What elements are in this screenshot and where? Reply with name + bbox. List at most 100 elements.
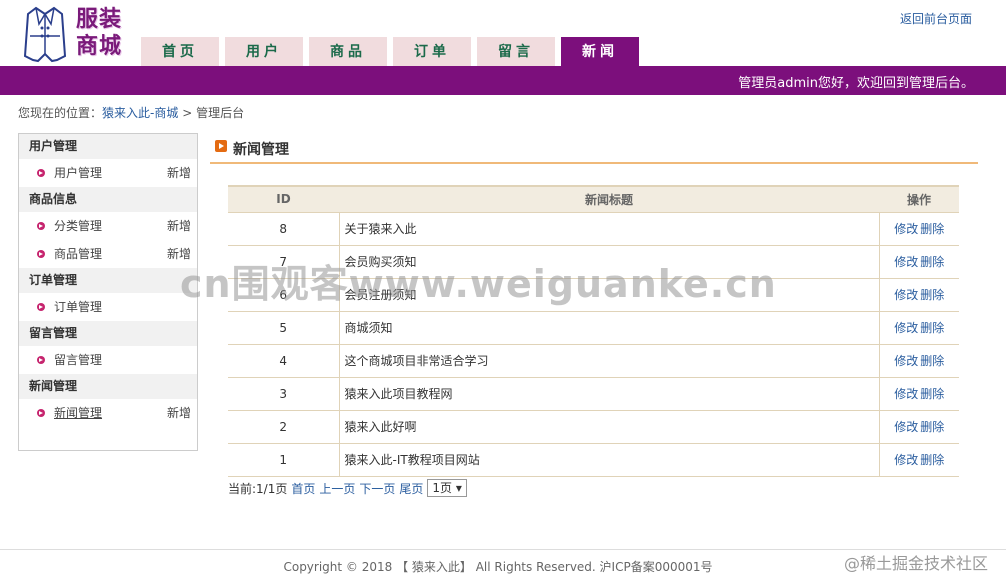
edit-link[interactable]: 修改 [894, 453, 918, 467]
nav-news[interactable]: 新闻 [561, 37, 639, 66]
table-row: 6 会员注册须知 修改 删除 [228, 278, 959, 312]
nav-messages[interactable]: 留言 [477, 37, 555, 66]
sidebar-item-news-management[interactable]: 新闻管理 新增 [19, 399, 197, 427]
table-header-row: ID 新闻标题 操作 [228, 185, 959, 213]
welcome-text: 管理员admin您好，欢迎回到管理后台。 [738, 76, 974, 91]
add-category-link[interactable]: 新增 [167, 212, 191, 240]
prev-page-link[interactable]: 上一页 [319, 480, 355, 497]
table-row: 8 关于猿来入此 修改 删除 [228, 212, 959, 246]
sidebar-group-title: 用户管理 [19, 134, 197, 159]
news-id: 5 [228, 311, 340, 345]
first-page-link[interactable]: 首页 [291, 480, 315, 497]
logo-line2: 商城 [76, 33, 123, 59]
edit-link[interactable]: 修改 [894, 288, 918, 302]
delete-link[interactable]: 删除 [920, 321, 944, 335]
bullet-arrow-icon [37, 169, 45, 177]
arrow-right-icon [215, 140, 227, 152]
footer: Copyright © 2018 【 猿来入此】 All Rights Rese… [0, 549, 1006, 583]
row-actions: 修改 删除 [879, 278, 959, 312]
edit-link[interactable]: 修改 [894, 354, 918, 368]
header: 服装 商城 返回前台页面 首页 用户 商品 订单 留言 新闻 [0, 0, 1006, 66]
add-product-link[interactable]: 新增 [167, 240, 191, 268]
sidebar-item-category-management[interactable]: 分类管理 新增 [19, 212, 197, 240]
delete-link[interactable]: 删除 [920, 222, 944, 236]
sidebar-item-label[interactable]: 商品管理 [54, 247, 102, 261]
logo-line1: 服装 [76, 6, 123, 32]
edit-link[interactable]: 修改 [894, 255, 918, 269]
news-id: 2 [228, 410, 340, 444]
table-row: 5 商城须知 修改 删除 [228, 311, 959, 345]
page-select[interactable]: 1页 ▾ [427, 479, 467, 497]
sidebar-item-user-management[interactable]: 用户管理 新增 [19, 159, 197, 187]
nav-orders[interactable]: 订单 [393, 37, 471, 66]
back-to-frontend-link[interactable]: 返回前台页面 [900, 10, 972, 27]
page-title: 新闻管理 [233, 142, 289, 158]
delete-link[interactable]: 删除 [920, 255, 944, 269]
news-title: 会员注册须知 [339, 278, 880, 312]
logo-text: 服装 商城 [76, 6, 122, 60]
row-actions: 修改 删除 [879, 245, 959, 279]
row-actions: 修改 删除 [879, 212, 959, 246]
news-title: 猿来入此项目教程网 [339, 377, 880, 411]
edit-link[interactable]: 修改 [894, 420, 918, 434]
content-header: 新闻管理 [210, 134, 978, 164]
add-user-link[interactable]: 新增 [167, 159, 191, 187]
next-page-link[interactable]: 下一页 [359, 480, 395, 497]
nav-users[interactable]: 用户 [225, 37, 303, 66]
column-header-id: ID [228, 185, 339, 213]
news-title: 这个商城项目非常适合学习 [339, 344, 880, 378]
edit-link[interactable]: 修改 [894, 387, 918, 401]
sidebar-item-label[interactable]: 新闻管理 [54, 406, 102, 420]
bullet-arrow-icon [37, 409, 45, 417]
breadcrumb-prefix: 您现在的位置： [18, 106, 103, 120]
coat-logo-icon [24, 6, 66, 63]
delete-link[interactable]: 删除 [920, 453, 944, 467]
sidebar-item-label[interactable]: 留言管理 [54, 353, 102, 367]
sidebar-group-title: 商品信息 [19, 187, 197, 212]
bullet-arrow-icon [37, 356, 45, 364]
sidebar-item-product-management[interactable]: 商品管理 新增 [19, 240, 197, 268]
sidebar-group-title: 新闻管理 [19, 374, 197, 399]
main-nav: 首页 用户 商品 订单 留言 新闻 [141, 37, 645, 66]
news-id: 8 [228, 212, 340, 246]
sidebar: 用户管理 用户管理 新增 商品信息 分类管理 新增 商品管理 新增 订单管理 订… [18, 133, 198, 451]
news-id: 6 [228, 278, 340, 312]
welcome-bar: 管理员admin您好，欢迎回到管理后台。 [0, 66, 1006, 95]
news-id: 7 [228, 245, 340, 279]
sidebar-item-label[interactable]: 用户管理 [54, 166, 102, 180]
breadcrumb-home-link[interactable]: 猿来入此-商城 [102, 106, 178, 120]
add-news-link[interactable]: 新增 [167, 399, 191, 427]
sidebar-item-label[interactable]: 订单管理 [54, 300, 102, 314]
column-header-title: 新闻标题 [339, 185, 879, 213]
sidebar-item-message-management[interactable]: 留言管理 [19, 346, 197, 374]
table-row: 4 这个商城项目非常适合学习 修改 删除 [228, 344, 959, 378]
sidebar-group-messages: 留言管理 留言管理 [19, 321, 197, 374]
sidebar-item-order-management[interactable]: 订单管理 [19, 293, 197, 321]
news-id: 1 [228, 443, 340, 477]
nav-products[interactable]: 商品 [309, 37, 387, 66]
page-select-value: 1页 [432, 481, 453, 495]
table-row: 1 猿来入此-IT教程项目网站 修改 删除 [228, 443, 959, 477]
sidebar-group-title: 订单管理 [19, 268, 197, 293]
sidebar-group-news: 新闻管理 新闻管理 新增 [19, 374, 197, 427]
delete-link[interactable]: 删除 [920, 387, 944, 401]
sidebar-item-label[interactable]: 分类管理 [54, 219, 102, 233]
delete-link[interactable]: 删除 [920, 420, 944, 434]
bullet-arrow-icon [37, 303, 45, 311]
breadcrumb-separator: > [182, 106, 193, 120]
logo: 服装 商城 [24, 4, 134, 64]
juejin-watermark: @稀土掘金技术社区 [843, 554, 988, 573]
dropdown-arrow-icon: ▾ [455, 481, 462, 495]
edit-link[interactable]: 修改 [894, 222, 918, 236]
news-title: 猿来入此好啊 [339, 410, 880, 444]
edit-link[interactable]: 修改 [894, 321, 918, 335]
sidebar-group-title: 留言管理 [19, 321, 197, 346]
last-page-link[interactable]: 尾页 [399, 480, 423, 497]
nav-home[interactable]: 首页 [141, 37, 219, 66]
delete-link[interactable]: 删除 [920, 354, 944, 368]
news-table: ID 新闻标题 操作 8 关于猿来入此 修改 删除 7 会员购买须知 修改 删除 6… [228, 185, 959, 477]
news-id: 3 [228, 377, 340, 411]
breadcrumb-current: 管理后台 [196, 106, 245, 120]
delete-link[interactable]: 删除 [920, 288, 944, 302]
row-actions: 修改 删除 [879, 344, 959, 378]
